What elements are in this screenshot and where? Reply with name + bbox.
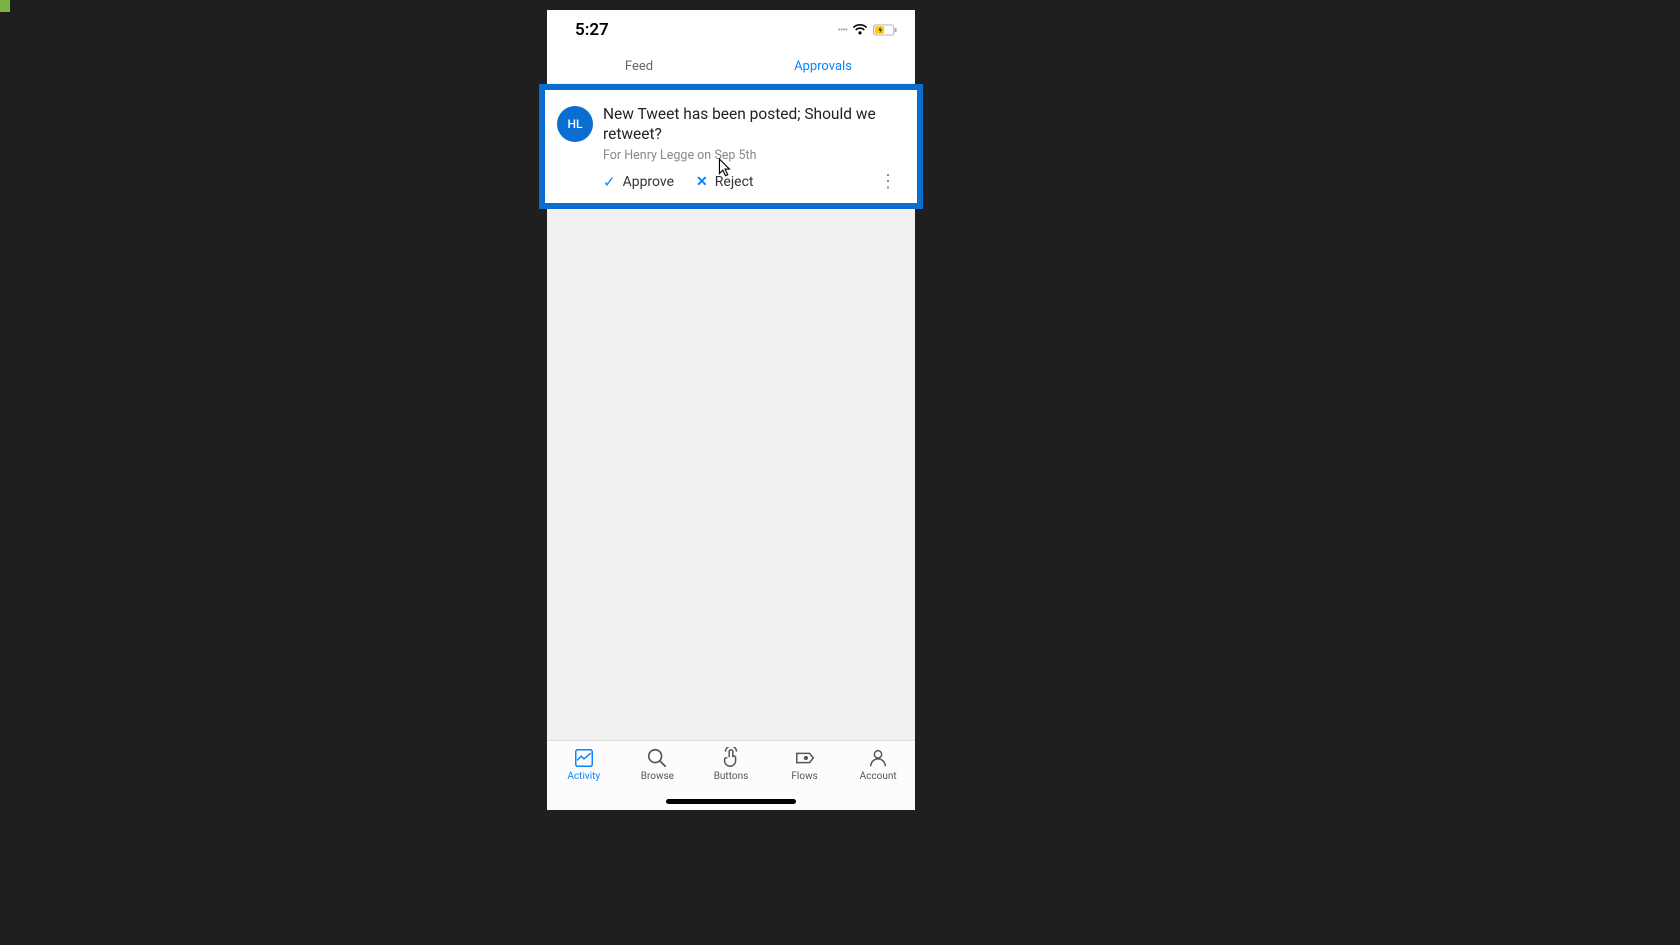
nav-browse-label: Browse [641, 771, 674, 782]
approval-meta: For Henry Legge on Sep 5th [603, 148, 901, 163]
content-area [547, 209, 915, 740]
approval-card[interactable]: HL New Tweet has been posted; Should we … [545, 90, 917, 203]
x-icon: ✕ [696, 174, 708, 190]
status-bar: 5:27 •••• [547, 10, 915, 50]
nav-buttons-label: Buttons [714, 771, 749, 782]
search-icon [646, 747, 668, 769]
status-icons: •••• [838, 21, 898, 40]
avatar: HL [557, 106, 593, 142]
nav-flows-label: Flows [791, 771, 817, 782]
cellular-signal-icon: •••• [838, 25, 848, 36]
tabs-row: Feed Approvals [547, 50, 915, 84]
window-decoration [0, 0, 10, 12]
flows-icon [794, 747, 816, 769]
more-options-button[interactable]: ⋮ [875, 173, 901, 191]
wifi-icon [852, 21, 868, 40]
nav-account[interactable]: Account [841, 747, 915, 810]
card-actions: ✓ Approve ✕ Reject ⋮ [603, 173, 901, 191]
nav-activity-label: Activity [567, 771, 600, 782]
reject-label: Reject [715, 174, 754, 190]
approval-title: New Tweet has been posted; Should we ret… [603, 104, 901, 144]
home-indicator [666, 799, 796, 804]
nav-account-label: Account [860, 771, 897, 782]
approve-label: Approve [623, 174, 674, 190]
activity-icon [573, 747, 595, 769]
highlight-annotation: HL New Tweet has been posted; Should we … [539, 84, 923, 209]
tab-approvals[interactable]: Approvals [731, 50, 915, 83]
kebab-icon: ⋮ [879, 171, 897, 192]
touch-icon [720, 747, 742, 769]
card-body: New Tweet has been posted; Should we ret… [603, 104, 901, 191]
reject-button[interactable]: ✕ Reject [696, 174, 753, 190]
status-time: 5:27 [575, 20, 609, 40]
nav-activity[interactable]: Activity [547, 747, 621, 810]
battery-icon [873, 21, 897, 40]
check-icon: ✓ [603, 173, 616, 191]
tab-feed[interactable]: Feed [547, 50, 731, 83]
account-icon [867, 747, 889, 769]
approve-button[interactable]: ✓ Approve [603, 173, 674, 191]
phone-screen: 5:27 •••• Feed Approvals HL New [547, 10, 915, 810]
